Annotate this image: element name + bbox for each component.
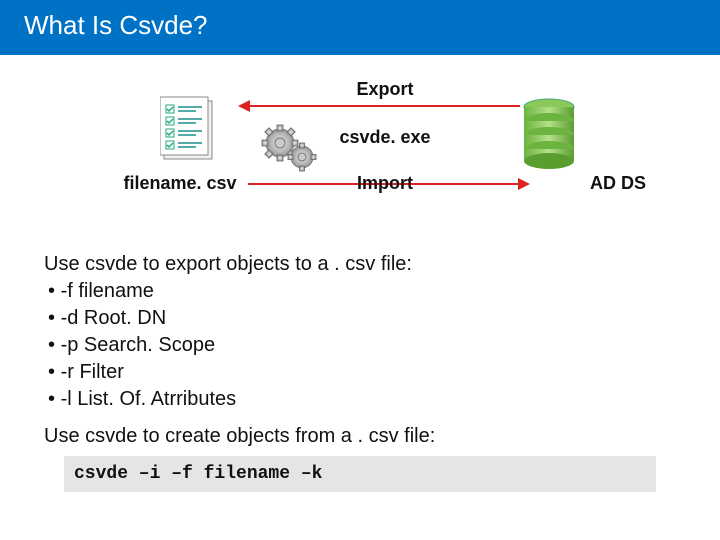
list-item: -l List. Of. Atrributes [48, 386, 676, 413]
exe-label: csvde. exe [320, 127, 450, 148]
bullet-list: -f filename -d Root. DN -p Search. Scope… [44, 278, 676, 413]
content-body: Use csvde to export objects to a . csv f… [0, 251, 720, 492]
slide-title: What Is Csvde? [0, 0, 720, 55]
export-intro: Use csvde to export objects to a . csv f… [44, 251, 676, 278]
list-item: -p Search. Scope [48, 332, 676, 359]
export-arrow-line [248, 105, 520, 107]
file-label: filename. csv [100, 173, 260, 194]
db-label: AD DS [590, 173, 670, 194]
code-block: csvde –i –f filename –k [64, 456, 656, 492]
import-arrow-head [518, 178, 530, 190]
export-arrow-head [238, 100, 250, 112]
diagram-area: Export csvde. exe Import filename. csv A… [0, 65, 720, 245]
list-item: -f filename [48, 278, 676, 305]
export-label: Export [320, 79, 450, 100]
import-label: Import [320, 173, 450, 194]
file-icon [160, 93, 224, 170]
create-intro: Use csvde to create objects from a . csv… [44, 423, 676, 450]
gears-icon [260, 123, 320, 180]
list-item: -d Root. DN [48, 305, 676, 332]
list-item: -r Filter [48, 359, 676, 386]
database-icon [520, 97, 578, 174]
